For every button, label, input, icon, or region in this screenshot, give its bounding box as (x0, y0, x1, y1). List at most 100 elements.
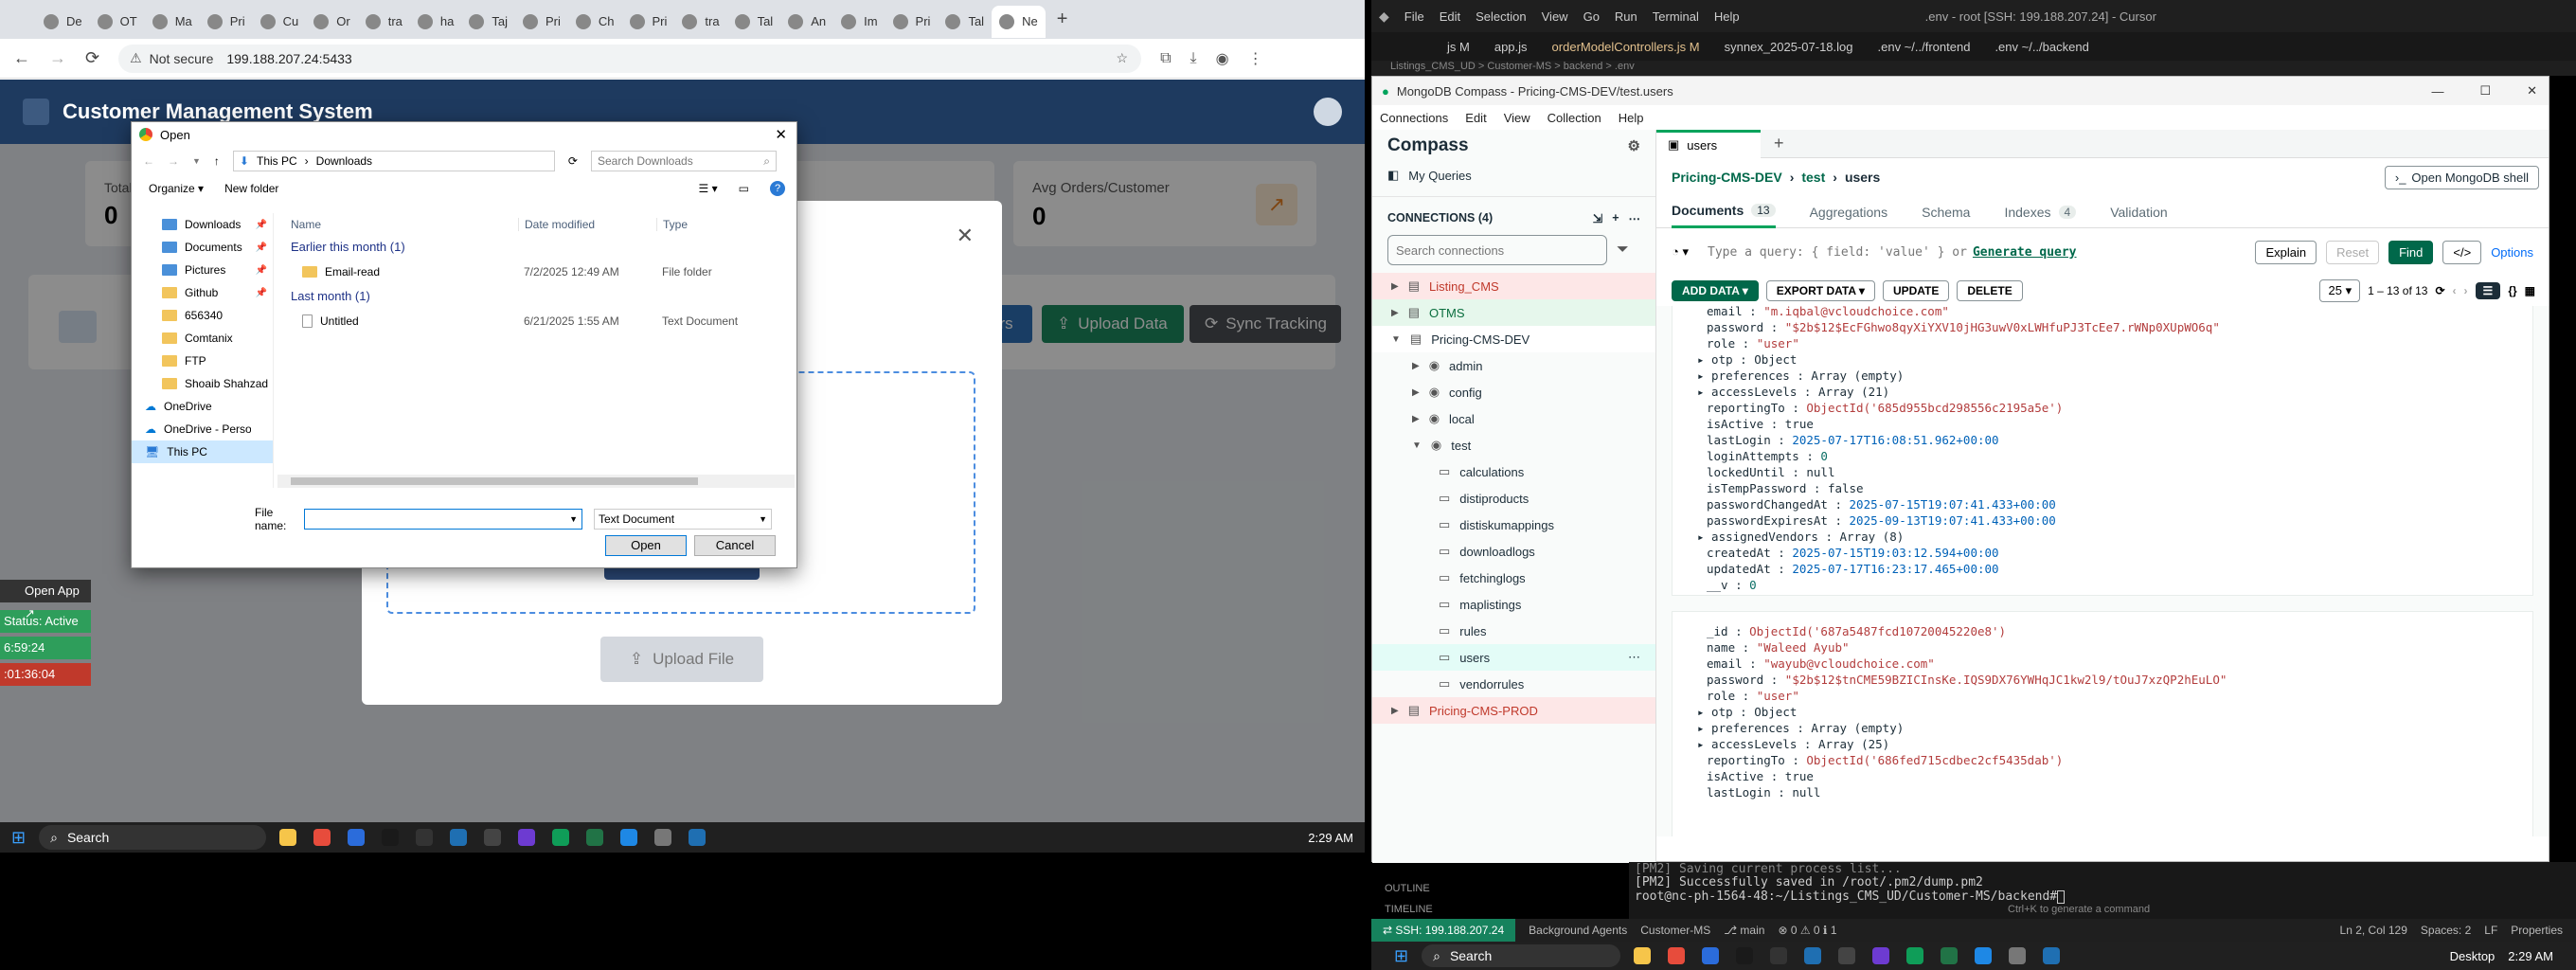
collection-item[interactable]: ▭ maplistings (1372, 591, 1655, 618)
taskbar-app-icon[interactable] (1668, 947, 1686, 964)
browser-tab[interactable]: Tal (727, 6, 781, 38)
browser-tab[interactable]: tra (358, 6, 410, 38)
taskbar-app-icon[interactable] (1770, 947, 1788, 964)
forward-icon[interactable]: → (49, 48, 66, 68)
field-key[interactable]: ▸ preferences (1697, 368, 1790, 383)
menu-item[interactable]: Help (1714, 9, 1740, 24)
menu-item[interactable]: Connections (1380, 111, 1448, 125)
editor-tab[interactable]: app.js (1494, 40, 1528, 54)
history-icon[interactable]: ◔ ▾ (1672, 244, 1689, 260)
browser-tab[interactable]: De (36, 6, 90, 38)
remote-indicator[interactable]: ⇄ SSH: 199.188.207.24 (1371, 919, 1516, 942)
address-bar[interactable]: ⚠ Not secure 199.188.207.24:5433 ☆ (118, 44, 1142, 73)
close-icon[interactable]: ✕ (957, 224, 974, 248)
open-button[interactable]: Open (605, 535, 687, 556)
nav-tree-item[interactable]: 🖥 This PC (132, 440, 273, 463)
browser-tab[interactable]: ha (410, 6, 461, 38)
windows-icon[interactable]: ⊞ (11, 828, 26, 848)
collection-item[interactable]: ▭ vendorrules (1372, 671, 1655, 697)
browser-tab[interactable]: Pri (200, 6, 253, 38)
scroll-thumb[interactable] (291, 477, 698, 485)
subtab[interactable]: Schema (1922, 196, 1970, 228)
cancel-button[interactable]: Cancel (694, 535, 776, 556)
subtab[interactable]: Validation (2110, 196, 2167, 228)
more-icon[interactable]: ⋯ (1629, 211, 1641, 225)
delete-button[interactable]: DELETE (1957, 280, 2023, 301)
taskbar-app-icon[interactable] (620, 829, 638, 846)
taskbar-app-icon[interactable] (450, 829, 468, 846)
taskbar-app-icon[interactable] (2043, 947, 2061, 964)
nav-tree-item[interactable]: Shoaib Shahzad (132, 372, 273, 395)
browser-tab[interactable]: Tal (938, 6, 992, 38)
database-item[interactable]: ▶ ◉ admin (1372, 352, 1655, 379)
update-button[interactable]: UPDATE (1882, 280, 1950, 301)
taskbar-app-icon[interactable] (518, 829, 536, 846)
browser-tab[interactable]: OT (90, 6, 145, 38)
taskbar-search[interactable]: ⌕ Search (1422, 944, 1621, 967)
taskbar-app-icon[interactable] (1804, 947, 1822, 964)
browser-tab[interactable]: Ch (568, 6, 622, 38)
field-key[interactable]: ▸ assignedVendors (1697, 530, 1818, 544)
new-tab-icon[interactable]: + (1057, 9, 1068, 30)
collection-item[interactable]: ▭ distiskumappings (1372, 512, 1655, 538)
menu-item[interactable]: View (1542, 9, 1568, 24)
filetype-select[interactable]: Text Document ▼ (594, 509, 772, 530)
editor-tab[interactable]: synnex_2025-07-18.log (1725, 40, 1853, 54)
prev-page-icon[interactable]: ‹ (2453, 284, 2457, 297)
filter-icon[interactable]: ⏷ (1617, 242, 1629, 259)
project-name[interactable]: Customer-MS (1640, 924, 1710, 937)
nav-tree-item[interactable]: Pictures 📌 (132, 259, 273, 281)
browser-tab[interactable]: Ne (992, 5, 1046, 38)
subtab[interactable]: Documents 13 (1672, 196, 1776, 228)
taskbar-app-icon[interactable] (1906, 947, 1924, 964)
database-item[interactable]: ▶ ◉ local (1372, 405, 1655, 432)
git-branch[interactable]: ⎇ main (1724, 924, 1764, 937)
refresh-icon[interactable]: ⟳ (568, 154, 578, 168)
close-icon[interactable]: ✕ (2527, 83, 2537, 99)
taskbar-search[interactable]: ⌕ Search (39, 825, 267, 850)
profile-icon[interactable]: ◉ (1216, 49, 1229, 68)
menu-item[interactable]: View (1504, 111, 1530, 125)
nav-tree-item[interactable]: Downloads 📌 (132, 213, 273, 236)
field-key[interactable]: ▸ otp (1697, 352, 1733, 367)
minimize-icon[interactable]: — (2431, 84, 2443, 99)
taskbar-app-icon[interactable] (1634, 947, 1652, 964)
field-key[interactable]: ▸ accessLevels (1697, 385, 1797, 399)
taskbar-app-icon[interactable] (1736, 947, 1754, 964)
collapse-icon[interactable]: ⇲ (1593, 211, 1602, 225)
tab-users[interactable]: ▣ users (1656, 129, 1761, 158)
path-bar[interactable]: ⬇ This PC › Downloads (232, 151, 555, 171)
forward-icon[interactable]: → (168, 154, 179, 168)
menu-item[interactable]: Run (1615, 9, 1637, 24)
field-key[interactable]: ▸ accessLevels (1697, 737, 1797, 751)
taskbar-app-icon[interactable] (416, 829, 434, 846)
search-downloads-input[interactable]: Search Downloads ⌕ (590, 151, 777, 171)
browser-tab[interactable]: Pri (515, 6, 568, 38)
reload-icon[interactable]: ⟳ (85, 48, 99, 68)
crumb-db[interactable]: test (1801, 170, 1825, 185)
taskbar-app-icon[interactable] (586, 829, 604, 846)
taskbar-app-icon[interactable] (654, 829, 672, 846)
refresh-icon[interactable]: ⟳ (2435, 284, 2444, 297)
view-table-icon[interactable]: ▦ (2525, 284, 2535, 297)
filename-input[interactable]: ▼ (304, 509, 582, 530)
connection-item[interactable]: ▶ ▤ Pricing-CMS-PROD (1372, 697, 1655, 724)
connection-item[interactable]: ▶ ▤ OTMS (1372, 299, 1655, 326)
star-icon[interactable]: ☆ (1117, 50, 1129, 66)
my-queries-link[interactable]: ◧ My Queries (1372, 162, 1655, 189)
taskbar-app-icon[interactable] (689, 829, 707, 846)
generate-query-link[interactable]: Generate query (1973, 245, 2077, 260)
collection-item[interactable]: ▭ calculations (1372, 458, 1655, 485)
database-item[interactable]: ▶ ◉ config (1372, 379, 1655, 405)
maximize-icon[interactable]: ☐ (2479, 83, 2491, 99)
indentation[interactable]: Spaces: 2 (2421, 924, 2471, 937)
browser-tab[interactable]: Pri (886, 6, 939, 38)
menu-icon[interactable]: ⋮ (1248, 49, 1263, 68)
nav-tree-item[interactable]: FTP (132, 350, 273, 372)
col-name[interactable]: Name (277, 218, 518, 231)
subtab[interactable]: Indexes 4 (2004, 196, 2077, 228)
file-group-header[interactable]: Earlier this month (1) (277, 236, 795, 259)
view-json-icon[interactable]: {} (2508, 284, 2516, 297)
collection-item[interactable]: ▭ users ⋯ (1372, 644, 1655, 671)
collection-item[interactable]: ▭ distiproducts (1372, 485, 1655, 512)
